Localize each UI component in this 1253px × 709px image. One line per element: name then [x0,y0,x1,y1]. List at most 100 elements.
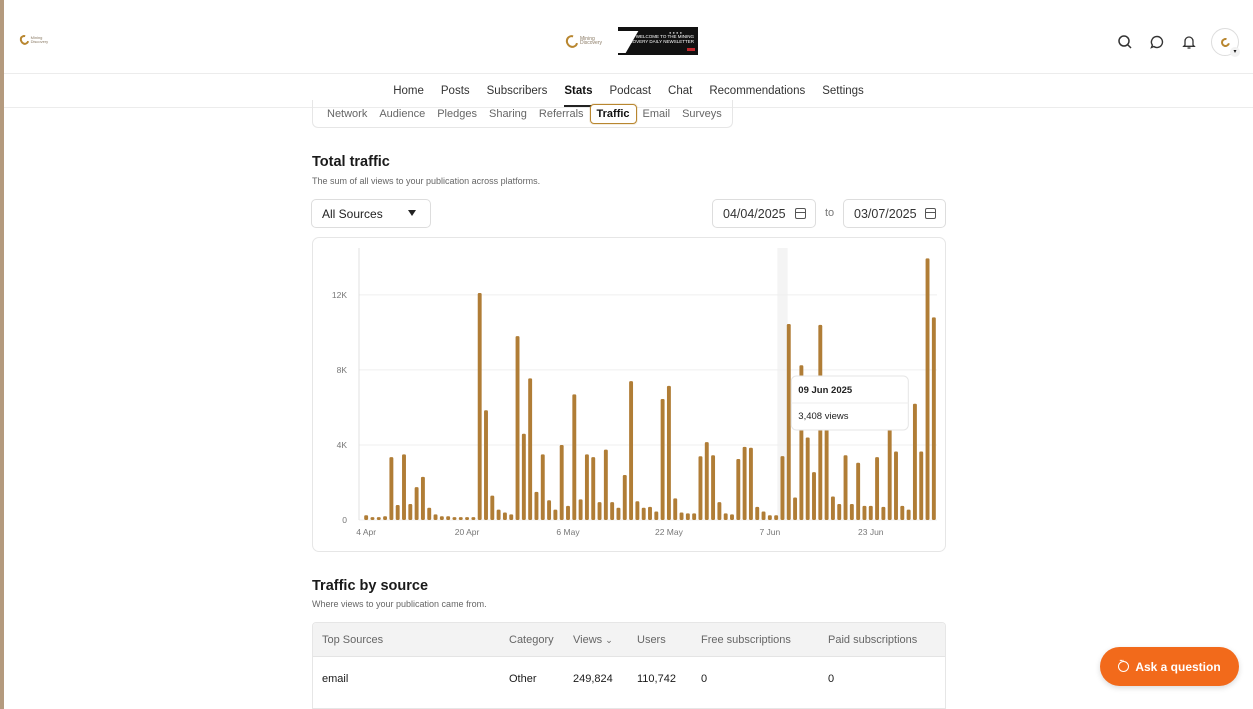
nav-recommendations[interactable]: Recommendations [709,85,805,97]
traffic-by-source-title: Traffic by source [312,578,429,594]
chart-bar [402,454,406,520]
nav-podcast[interactable]: Podcast [609,85,651,97]
x-tick-label: 4 Apr [356,527,376,537]
tab-surveys[interactable]: Surveys [676,105,728,123]
tab-network[interactable]: Network [321,105,373,123]
col-free-subscriptions[interactable]: Free subscriptions [701,634,791,646]
chart-bar [502,512,507,520]
chart-bar [420,476,425,520]
chart-bar [484,410,488,520]
chart-bar [364,515,369,520]
tab-traffic[interactable]: Traffic [589,103,637,124]
chart-bar [837,504,842,520]
date-to-input[interactable]: 03/07/2025 [843,199,946,228]
chart-bar [660,399,665,520]
tab-email[interactable]: Email [637,105,677,123]
top-bar: Mining Discovery Mining Discovery ● ● ● … [4,8,1253,74]
nav-settings[interactable]: Settings [822,85,864,97]
ask-question-button[interactable]: Ask a question [1100,647,1239,686]
chart-bar [584,454,589,520]
nav-home[interactable]: Home [393,85,424,97]
chart-bar [528,378,533,520]
chart-bar [685,513,690,520]
cell-views: 249,824 [573,673,613,685]
x-tick-label: 6 May [556,527,580,537]
traffic-chart-card: 0 4K 8K 12K 4 Apr 20 Apr 6 May 22 May 7 Jun 23 Ju… [312,237,946,552]
chart-bar [812,472,816,520]
cell-free-subscriptions: 0 [701,673,708,685]
tooltip-date: 09 Jun 2025 [798,385,853,396]
chart-bar [711,455,716,520]
total-traffic-title: Total traffic [312,154,390,170]
bell-icon[interactable] [1179,32,1199,52]
chevron-down-icon: ▾ [1230,47,1240,57]
chart-bar [786,323,791,520]
col-views[interactable]: Views ⌄ [573,634,613,646]
tab-audience[interactable]: Audience [373,105,431,123]
chart-bar [887,425,892,520]
chart-bar [736,459,741,520]
chart-bar [414,487,419,520]
brand-header[interactable]: Mining Discovery ● ● ● ● WELCOME TO THE … [563,27,698,55]
chart-bar [824,426,829,520]
social-icons: ● ● ● ● [669,30,682,35]
chart-bar [547,500,552,520]
avatar[interactable]: ▾ [1211,28,1240,57]
tab-referrals[interactable]: Referrals [533,105,590,123]
chart-bar [875,457,880,520]
chart-bar [490,495,495,520]
chart-bar [591,457,596,520]
chart-bar [925,258,930,520]
chart-bar [566,505,570,520]
col-views-label: Views [573,634,603,646]
stats-subtabs: Network Audience Pledges Sharing Referra… [312,100,733,128]
nav-chat[interactable]: Chat [668,85,692,97]
chart-bar [868,505,873,520]
tab-sharing[interactable]: Sharing [483,105,533,123]
table-row[interactable]: email Other 249,824 110,742 0 0 [313,657,945,701]
y-tick-label: 0 [342,515,347,525]
chart-bar [515,336,520,520]
newsletter-banner: ● ● ● ● WELCOME TO THE MINING DISCOVERY … [603,27,698,55]
chart-bar [843,455,848,520]
search-icon[interactable] [1115,32,1135,52]
tab-pledges[interactable]: Pledges [431,105,483,123]
chat-bubble-icon [1118,658,1130,672]
x-tick-label: 22 May [655,527,684,537]
chart-bar [458,517,463,520]
nav-subscribers[interactable]: Subscribers [487,85,548,97]
nav-posts[interactable]: Posts [441,85,470,97]
crescent-icon [563,32,581,50]
y-tick-label: 4K [337,440,348,450]
chart-bar [698,456,703,520]
date-from-value: 04/04/2025 [723,207,786,221]
col-top-sources[interactable]: Top Sources [322,634,383,646]
col-category[interactable]: Category [509,634,554,646]
chart-bar [383,516,388,520]
chart-bar [622,474,627,520]
banner-flag [687,48,695,51]
chart-bar [395,504,400,520]
source-select[interactable]: All Sources [311,199,431,228]
date-from-input[interactable]: 04/04/2025 [712,199,816,228]
chart-bar [793,497,798,520]
y-tick-label: 12K [332,290,347,300]
chart-bar [641,507,646,520]
traffic-chart[interactable]: 0 4K 8K 12K 4 Apr 20 Apr 6 May 22 May 7 Jun 23 Ju… [313,238,947,553]
chart-bar [679,512,684,520]
table-header: Top Sources Category Views ⌄ Users Free … [313,623,945,657]
chart-bar [666,385,671,520]
x-tick-label: 7 Jun [759,527,780,537]
nav-stats[interactable]: Stats [564,85,593,107]
chat-icon[interactable] [1147,32,1167,52]
chart-bar [559,444,564,520]
chart-bar [755,506,760,520]
col-paid-subscriptions[interactable]: Paid subscriptions [828,634,917,646]
chart-bar [900,505,905,520]
chart-bar [723,513,728,520]
x-tick-label: 20 Apr [455,527,480,537]
chart-bar [912,403,917,520]
source-select-value: All Sources [322,207,383,221]
col-users[interactable]: Users [637,634,666,646]
publication-logo[interactable]: Mining Discovery [18,32,54,48]
